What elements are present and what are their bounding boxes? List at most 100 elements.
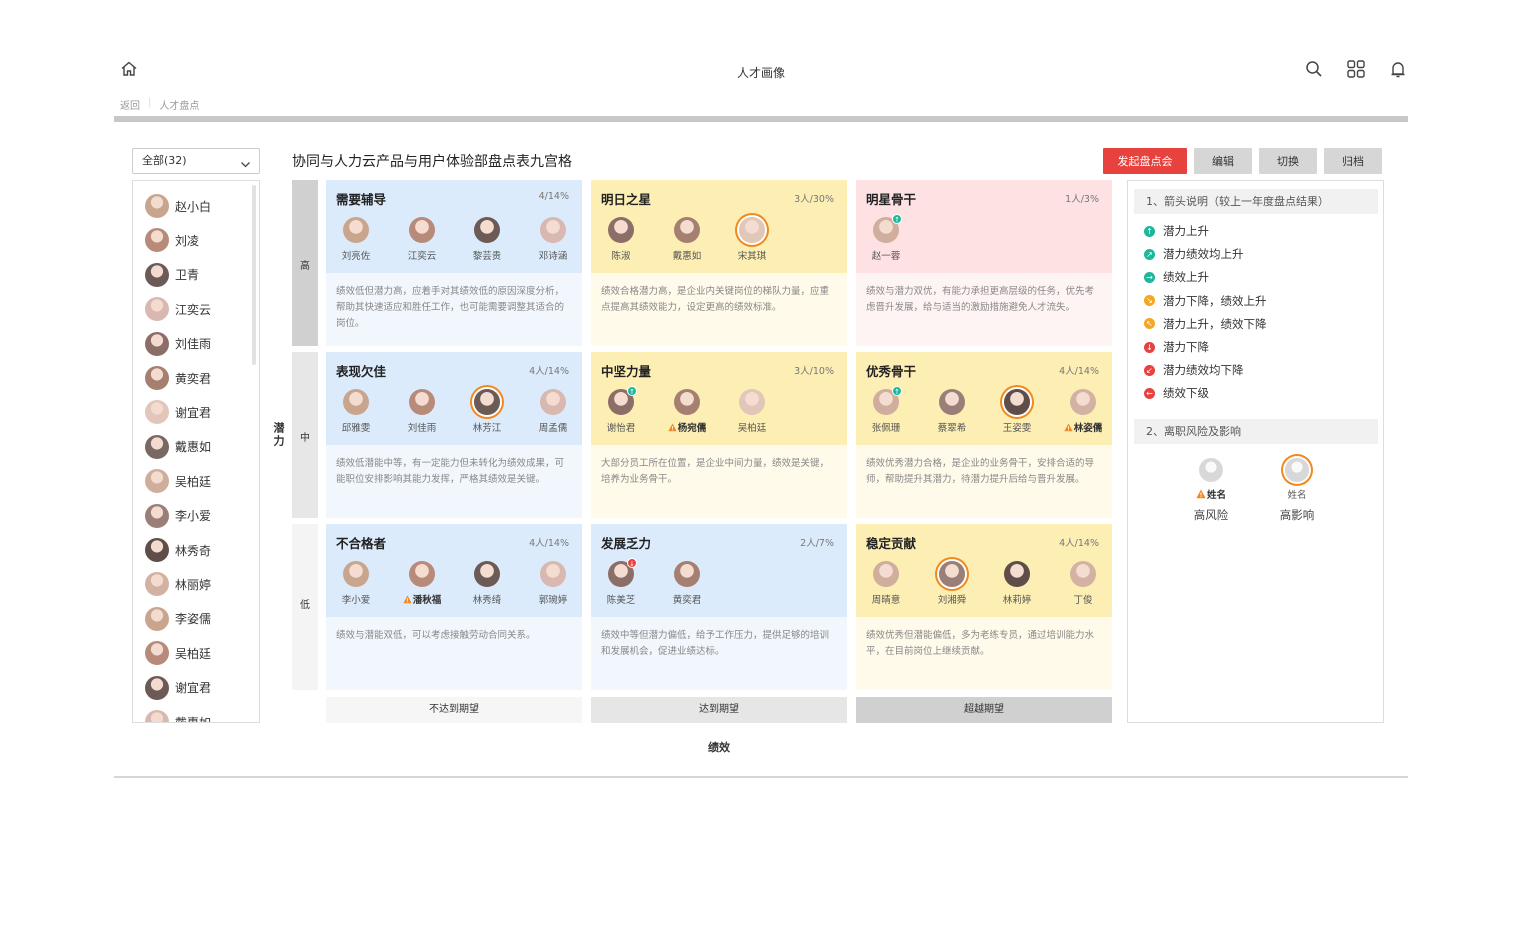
start-review-button[interactable]: 发起盘点会 — [1103, 148, 1187, 174]
person-name: 潘秋福 — [412, 595, 442, 606]
avatar — [674, 561, 700, 587]
cell-title: 表现欠佳 — [336, 364, 387, 379]
legend-label: 潜力下降 — [1163, 340, 1209, 354]
person-card[interactable]: 林莉婷 — [987, 561, 1047, 606]
people-list-item[interactable]: 林丽婷 — [145, 571, 211, 597]
person-name-row: 刘佳雨 — [392, 420, 452, 434]
person-card[interactable]: 郭琬婷 — [523, 561, 582, 606]
switch-button[interactable]: 切换 — [1259, 148, 1317, 174]
people-list-name: 戴惠如 — [175, 715, 212, 723]
people-list-item[interactable]: 江奕云 — [145, 296, 211, 322]
people-list-item[interactable]: 黄奕君 — [145, 365, 211, 391]
cell-description: 绩效低潜能中等，有一定能力但未转化为绩效成果，可能职位安排影响其能力发挥，严格其… — [326, 445, 582, 518]
person-card[interactable]: 刘佳雨 — [392, 389, 452, 434]
people-list-item[interactable]: 刘佳雨 — [145, 331, 211, 357]
person-card[interactable]: ↓ 陈美芝 — [591, 558, 651, 606]
person-name-row: 刘湘舜 — [922, 592, 982, 606]
person-name: 刘亮佐 — [341, 251, 371, 262]
archive-button[interactable]: 归档 — [1324, 148, 1382, 174]
person-card[interactable]: 林姿儒 — [1053, 389, 1112, 434]
cell-header: 明日之星 3人/30% 陈淑 戴惠如 宋其琪 — [591, 180, 847, 273]
person-card[interactable]: 潘秋福 — [392, 561, 452, 606]
avatar: ↓ — [608, 558, 637, 587]
person-name-row: 赵一蓉 — [856, 248, 916, 262]
legend-label: 潜力下降，绩效上升 — [1163, 293, 1267, 308]
person-name-row: 李小爱 — [326, 592, 386, 606]
grid-cell[interactable]: 需要辅导 4/14% 刘亮佐 江奕云 黎芸贵 邓诗涵 绩效低但潜力高，应着手对其绩效低的原因… — [326, 180, 582, 346]
person-card[interactable]: 林芳江 — [457, 389, 517, 434]
person-card[interactable]: 宋其琪 — [722, 217, 782, 262]
person-card[interactable]: 刘亮佐 — [326, 217, 386, 262]
people-list-item[interactable]: 谢宜君 — [145, 399, 211, 425]
cell-people: 邱雅雯 刘佳雨 林芳江 周孟儒 — [326, 389, 582, 437]
person-card[interactable]: 黄奕君 — [657, 561, 717, 606]
cell-count: 3人/10% — [794, 366, 834, 377]
people-list-item[interactable]: 卫青 — [145, 262, 199, 288]
person-card[interactable]: 林秀绮 — [457, 561, 517, 606]
warning-icon — [668, 423, 677, 432]
cell-title: 不合格者 — [336, 536, 387, 551]
grid-cell[interactable]: 发展乏力 2人/7% ↓ 陈美芝 黄奕君 绩效中等但潜力偏低，给予工作压力，提供足够的培训… — [591, 524, 847, 690]
cell-header: 发展乏力 2人/7% ↓ 陈美芝 黄奕君 — [591, 524, 847, 617]
grid-cell[interactable]: 表现欠佳 4人/14% 邱雅雯 刘佳雨 林芳江 周孟儒 绩效低潜能中等，有一定能力但未转化为… — [326, 352, 582, 518]
person-card[interactable]: 丁俊 — [1053, 561, 1112, 606]
filter-value: 全部(32) — [142, 154, 187, 167]
avatar — [343, 389, 369, 415]
people-list-item[interactable]: 赵小白 — [145, 193, 211, 219]
person-card[interactable]: 周晴意 — [856, 561, 916, 606]
person-card[interactable]: 黎芸贵 — [457, 217, 517, 262]
cell-people: 刘亮佐 江奕云 黎芸贵 邓诗涵 — [326, 217, 582, 265]
avatar — [145, 366, 169, 390]
people-list-item[interactable]: 李小爱 — [145, 503, 211, 529]
person-name: 吴柏廷 — [737, 423, 767, 434]
person-card[interactable]: 刘湘舜 — [922, 561, 982, 606]
cell-description: 绩效优秀但潜能偏低，多为老练专员，通过培训能力水平，在目前岗位上继续贡献。 — [856, 617, 1112, 690]
search-icon[interactable] — [1304, 59, 1324, 79]
grid-cell[interactable]: 不合格者 4人/14% 李小爱 潘秋福 林秀绮 郭琬婷 绩效与潜能双低，可以考虑接触劳动合同… — [326, 524, 582, 690]
person-card[interactable]: ↑ 张佩珊 — [856, 386, 916, 434]
person-card[interactable]: 王姿雯 — [987, 389, 1047, 434]
avatar — [1004, 389, 1030, 415]
cell-people: ↓ 陈美芝 黄奕君 — [591, 558, 847, 609]
person-card[interactable]: 江奕云 — [392, 217, 452, 262]
people-list-item[interactable]: 吴柏廷 — [145, 640, 211, 666]
avatar — [145, 710, 169, 722]
scrollbar[interactable] — [252, 185, 256, 365]
app-title: 人才画像 — [736, 66, 785, 80]
people-list-item[interactable]: 李姿儒 — [145, 606, 211, 632]
person-card[interactable]: 杨宛儒 — [657, 389, 717, 434]
person-card[interactable]: ↑ 赵一蓉 — [856, 214, 916, 262]
people-list-item[interactable]: 谢宜君 — [145, 675, 211, 701]
person-card[interactable]: 吴柏廷 — [722, 389, 782, 434]
person-name-row: 黄奕君 — [657, 592, 717, 606]
people-list-item[interactable]: 刘凌 — [145, 227, 199, 253]
person-card[interactable]: 李小爱 — [326, 561, 386, 606]
cell-description: 绩效合格潜力高，是企业内关键岗位的梯队力量，应重点提高其绩效能力，设定更高的绩效… — [591, 273, 847, 346]
person-card[interactable]: 邓诗涵 — [523, 217, 582, 262]
person-card[interactable]: 陈淑 — [591, 217, 651, 262]
grid-cell[interactable]: 明星骨干 1人/3% ↑ 赵一蓉 绩效与潜力双优，有能力承担更高层级的任务，优先考虑晋升… — [856, 180, 1112, 346]
person-card[interactable]: 蔡翠希 — [922, 389, 982, 434]
person-card[interactable]: ↑ 谢怡君 — [591, 386, 651, 434]
avatar — [739, 389, 765, 415]
people-list-name: 刘凌 — [175, 233, 200, 248]
grid-cell[interactable]: 明日之星 3人/30% 陈淑 戴惠如 宋其琪 绩效合格潜力高，是企业内关键岗位的梯队力量，… — [591, 180, 847, 346]
back-link[interactable]: 返回 — [120, 97, 140, 112]
people-list-item[interactable]: 吴柏廷 — [145, 468, 211, 494]
person-name: 赵一蓉 — [871, 251, 901, 262]
person-card[interactable]: 戴惠如 — [657, 217, 717, 262]
apps-grid-icon[interactable] — [1346, 59, 1366, 79]
filter-select[interactable]: 全部(32) — [132, 148, 260, 174]
grid-cell[interactable]: 中坚力量 3人/10% ↑ 谢怡君 杨宛儒 吴柏廷 大部分员工所在位置，是企业中间力量，绩效… — [591, 352, 847, 518]
grid-cell[interactable]: 优秀骨干 4人/14% ↑ 张佩珊 蔡翠希 王姿雯 林姿儒 绩效优秀潜力合格，是企业的业务骨干… — [856, 352, 1112, 518]
grid-cell[interactable]: 稳定贡献 4人/14% 周晴意 刘湘舜 林莉婷 丁俊 绩效优秀但潜能偏低，多为老练专员，通过… — [856, 524, 1112, 690]
people-list-item[interactable]: 戴惠如 — [145, 709, 212, 723]
avatar — [674, 389, 700, 415]
people-list-item[interactable]: 戴惠如 — [145, 434, 211, 460]
person-card[interactable]: 周孟儒 — [523, 389, 582, 434]
edit-button[interactable]: 编辑 — [1194, 148, 1252, 174]
person-name-row: 张佩珊 — [856, 420, 916, 434]
bell-icon[interactable] — [1388, 59, 1408, 79]
person-card[interactable]: 邱雅雯 — [326, 389, 386, 434]
people-list-item[interactable]: 林秀奇 — [145, 537, 211, 563]
